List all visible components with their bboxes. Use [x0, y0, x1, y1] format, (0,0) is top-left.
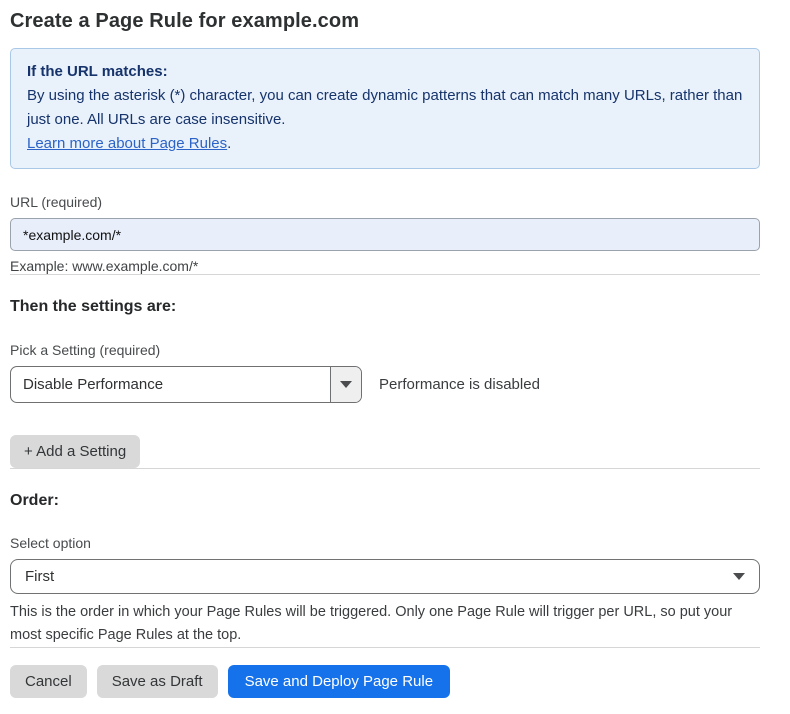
chevron-down-icon	[340, 381, 352, 388]
url-example-text: Example: www.example.com/*	[10, 258, 760, 274]
setting-status-text: Performance is disabled	[379, 376, 540, 393]
order-select-label: Select option	[10, 535, 760, 551]
url-matches-info-box: If the URL matches: By using the asteris…	[10, 48, 760, 169]
chevron-down-icon	[733, 573, 745, 580]
setting-row: Disable Performance Performance is disab…	[10, 366, 760, 403]
info-box-body: By using the asterisk (*) character, you…	[27, 84, 743, 132]
save-as-draft-button[interactable]: Save as Draft	[97, 665, 218, 698]
setting-select-arrow-button[interactable]	[330, 367, 361, 402]
order-select-value: First	[25, 568, 54, 585]
cancel-button[interactable]: Cancel	[10, 665, 87, 698]
divider	[10, 274, 760, 275]
settings-section-heading: Then the settings are:	[10, 298, 760, 316]
order-section-heading: Order:	[10, 492, 760, 510]
save-and-deploy-button[interactable]: Save and Deploy Page Rule	[228, 665, 450, 698]
add-setting-button[interactable]: + Add a Setting	[10, 435, 140, 468]
link-suffix: .	[227, 135, 231, 152]
create-page-rule-page: Create a Page Rule for example.com If th…	[0, 0, 790, 714]
learn-more-link[interactable]: Learn more about Page Rules	[27, 135, 227, 152]
url-input[interactable]	[10, 218, 760, 251]
page-title: Create a Page Rule for example.com	[10, 10, 760, 33]
info-box-heading: If the URL matches:	[27, 60, 743, 84]
divider	[10, 468, 760, 469]
setting-select[interactable]: Disable Performance	[10, 366, 362, 403]
order-select[interactable]: First	[10, 559, 760, 594]
info-box-link-line: Learn more about Page Rules.	[27, 132, 743, 156]
setting-select-value: Disable Performance	[11, 367, 330, 402]
pick-setting-label: Pick a Setting (required)	[10, 342, 760, 358]
url-field-label: URL (required)	[10, 194, 760, 210]
divider	[10, 647, 760, 648]
order-help-text: This is the order in which your Page Rul…	[10, 601, 755, 647]
action-button-row: Cancel Save as Draft Save and Deploy Pag…	[10, 665, 760, 698]
